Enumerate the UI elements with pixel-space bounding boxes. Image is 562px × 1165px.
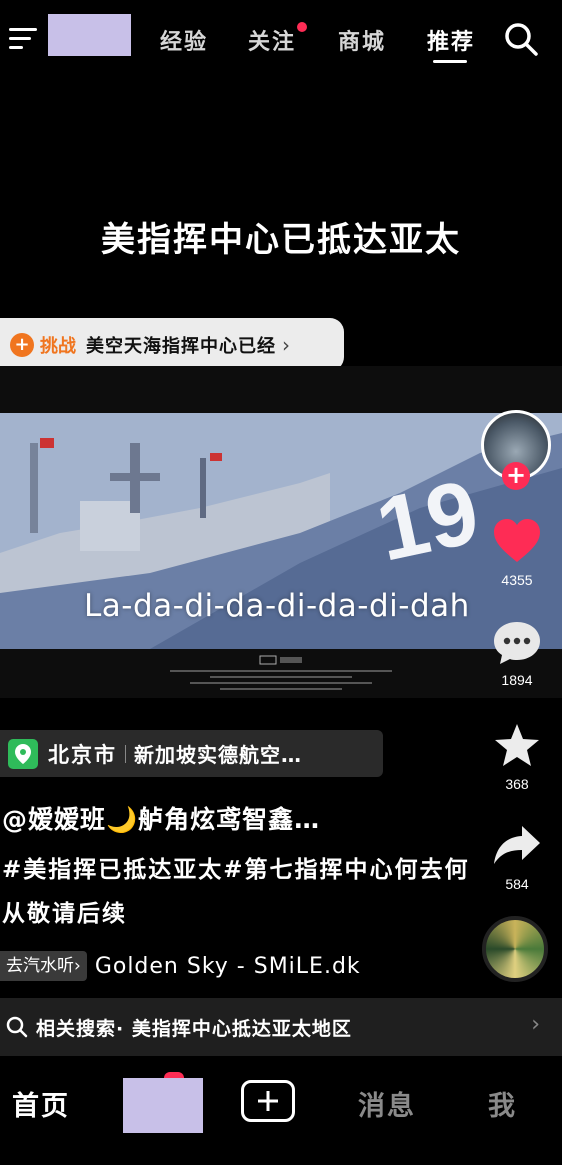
- tab-recommend[interactable]: 推荐: [427, 24, 475, 56]
- menu-icon[interactable]: [9, 26, 39, 52]
- plus-icon: [258, 1091, 278, 1111]
- chevron-right-icon: ›: [74, 956, 81, 976]
- favorite-count: 368: [505, 776, 529, 792]
- follow-plus-icon[interactable]: +: [502, 462, 530, 490]
- comment-icon: [494, 622, 540, 664]
- nav-me[interactable]: 我: [488, 1084, 517, 1123]
- star-icon: [495, 724, 539, 766]
- heart-icon: [494, 519, 540, 562]
- search-icon: [6, 1016, 28, 1038]
- music-disc[interactable]: [482, 916, 548, 982]
- lyric-subtitle: La-da-di-da-di-da-di-dah: [84, 588, 470, 624]
- music-chip[interactable]: 去汽水听›: [0, 951, 87, 981]
- challenge-icon: +: [10, 332, 34, 357]
- redacted-tab[interactable]: [48, 14, 131, 56]
- video-headline: 美指挥中心已抵达亚太: [101, 220, 461, 260]
- challenge-tag: 挑战: [40, 335, 76, 357]
- music-name: Golden Sky - SMiLE.dk: [94, 953, 361, 979]
- location-city: 北京市: [48, 742, 117, 767]
- share-icon: [494, 826, 540, 864]
- location-tag[interactable]: 北京市 新加坡实德航空…: [0, 730, 383, 777]
- chevron-right-icon: ›: [531, 1012, 540, 1037]
- create-button[interactable]: [241, 1080, 295, 1122]
- challenge-text: 美空天海指挥中心已经: [86, 335, 276, 357]
- share-button[interactable]: 584: [486, 822, 548, 892]
- challenge-pill[interactable]: + 挑战 美空天海指挥中心已经 ›: [0, 318, 344, 371]
- music-row[interactable]: 去汽水听› Golden Sky - SMiLE.dk: [0, 950, 361, 982]
- video-credits-watermark: [170, 655, 392, 690]
- notification-dot: [297, 22, 307, 32]
- tab-mall[interactable]: 商城: [338, 24, 386, 56]
- chevron-right-icon: ›: [282, 332, 290, 357]
- related-search-bar[interactable]: 相关搜索· 美指挥中心抵达亚太地区 ›: [0, 998, 562, 1056]
- svg-text:19: 19: [369, 462, 488, 581]
- active-tab-indicator: [433, 60, 467, 63]
- video-description: #美指挥已抵达亚太#第七指挥中心何去何从敬请后续: [2, 857, 470, 927]
- like-button[interactable]: 4355: [486, 518, 548, 588]
- location-pin-icon: [8, 738, 38, 769]
- comment-button[interactable]: 1894: [486, 620, 548, 688]
- share-count: 584: [505, 876, 529, 892]
- location-divider: [125, 744, 126, 763]
- search-icon[interactable]: [504, 22, 538, 56]
- tab-experience[interactable]: 经验: [160, 24, 208, 56]
- tab-following[interactable]: 关注: [248, 24, 296, 56]
- like-count: 4355: [501, 572, 533, 588]
- redacted-nav-item[interactable]: [123, 1078, 203, 1133]
- bottom-navigation: 首页 消息 我: [0, 1056, 562, 1165]
- nav-home[interactable]: 首页: [12, 1084, 70, 1123]
- related-search-text: 相关搜索· 美指挥中心抵达亚太地区: [36, 1017, 352, 1040]
- location-place: 新加坡实德航空…: [134, 743, 302, 767]
- music-chip-label: 去汽水听: [6, 956, 74, 976]
- favorite-button[interactable]: 368: [486, 722, 548, 792]
- comment-count: 1894: [501, 672, 533, 688]
- nav-messages[interactable]: 消息: [358, 1084, 416, 1123]
- top-navigation: 经验 关注 商城 推荐: [0, 0, 562, 80]
- author-name[interactable]: @嫒嫒班🌙舻角炫鸢智鑫…: [2, 800, 320, 836]
